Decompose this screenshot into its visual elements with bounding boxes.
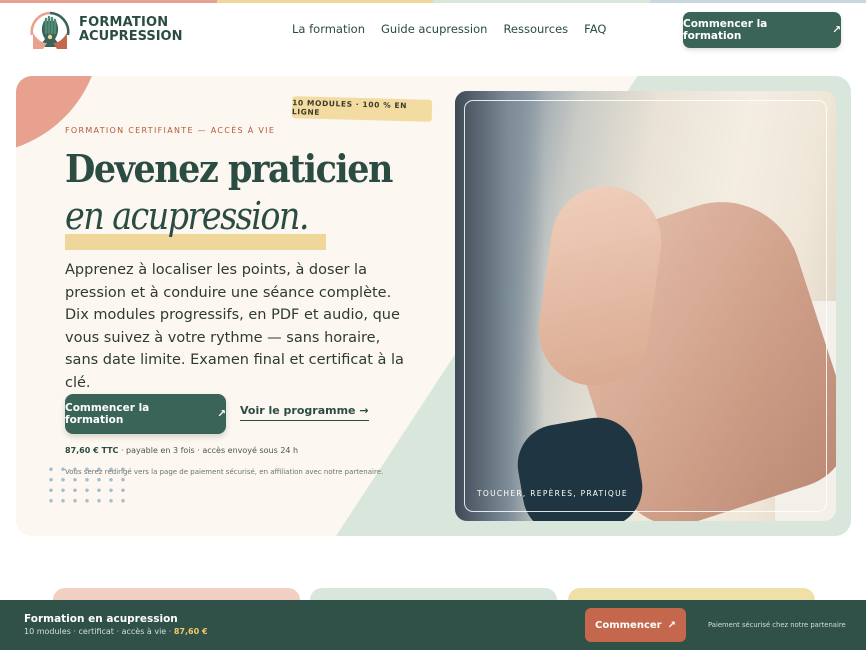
nav-faq[interactable]: FAQ (584, 22, 606, 36)
header-start-button[interactable]: Commencer la formation ↗ (683, 12, 841, 48)
sticky-purchase-bar: Formation en acupression 10 modules · ce… (0, 600, 866, 650)
nav-ressources[interactable]: Ressources (503, 22, 568, 36)
hero-lead: Apprenez à localiser les points, à doser… (65, 262, 404, 391)
arrow-up-right-icon: ↗ (217, 408, 226, 420)
brand-logo[interactable]: FORMATION ACUPRESSION (27, 9, 183, 51)
sticky-price: 87,60 € (173, 627, 208, 636)
brand-line1: FORMATION (79, 15, 169, 30)
secure-payment-note: Paiement sécurisé chez notre partenaire (708, 621, 846, 629)
price-details: · payable en 3 fois · accès envoyé sous … (118, 446, 299, 455)
arrow-up-right-icon: ↗ (832, 24, 841, 36)
main-nav: La formation Guide acupression Ressource… (292, 22, 606, 36)
sticky-title: Formation en acupression (24, 613, 178, 625)
modules-badge: 10 MODULES · 100 % EN LIGNE (291, 96, 433, 122)
hero-start-label: Commencer la formation (65, 402, 150, 426)
photo-caption: TOUCHER, REPÈRES, PRATIQUE (477, 489, 628, 498)
nav-guide-acupression[interactable]: Guide acupression (381, 22, 487, 36)
hero-title-line2: en acupression. (65, 194, 309, 238)
header-start-label: Commencer la formation (683, 18, 768, 42)
hero-start-button[interactable]: Commencer la formation ↗ (65, 394, 226, 434)
sticky-start-button[interactable]: Commencer ↗ (585, 608, 686, 642)
sticky-start-label: Commencer (595, 619, 662, 631)
site-header: FORMATION ACUPRESSION La formation Guide… (0, 3, 866, 61)
sticky-subtitle: 10 modules · certificat · accès à vie · … (24, 627, 208, 636)
hero-title-line1: Devenez praticien (65, 146, 393, 191)
hero-section: FORMATION CERTIFIANTE — ACCÈS À VIE 10 M… (16, 76, 851, 536)
view-program-link[interactable]: Voir le programme → (240, 404, 369, 421)
price-line: 87,60 € TTC · payable en 3 fois · accès … (65, 446, 298, 455)
hero-coral-blob (16, 76, 101, 154)
sticky-subtitle-text: 10 modules · certificat · accès à vie · (24, 627, 174, 636)
hero-title-line2-wrap: en acupression. (65, 194, 341, 250)
price-value: 87,60 € TTC (65, 446, 119, 455)
photo-frame (464, 100, 827, 512)
hands-leaves-logo-icon (30, 11, 70, 49)
redirect-note: Vous serez redirigé vers la page de paie… (65, 468, 384, 476)
brand-line2: ACUPRESSION (79, 29, 183, 44)
nav-la-formation[interactable]: La formation (292, 22, 365, 36)
hero-eyebrow: FORMATION CERTIFIANTE — ACCÈS À VIE (65, 126, 276, 135)
hero-photo: TOUCHER, REPÈRES, PRATIQUE (455, 91, 836, 521)
arrow-up-right-icon: ↗ (667, 619, 676, 631)
